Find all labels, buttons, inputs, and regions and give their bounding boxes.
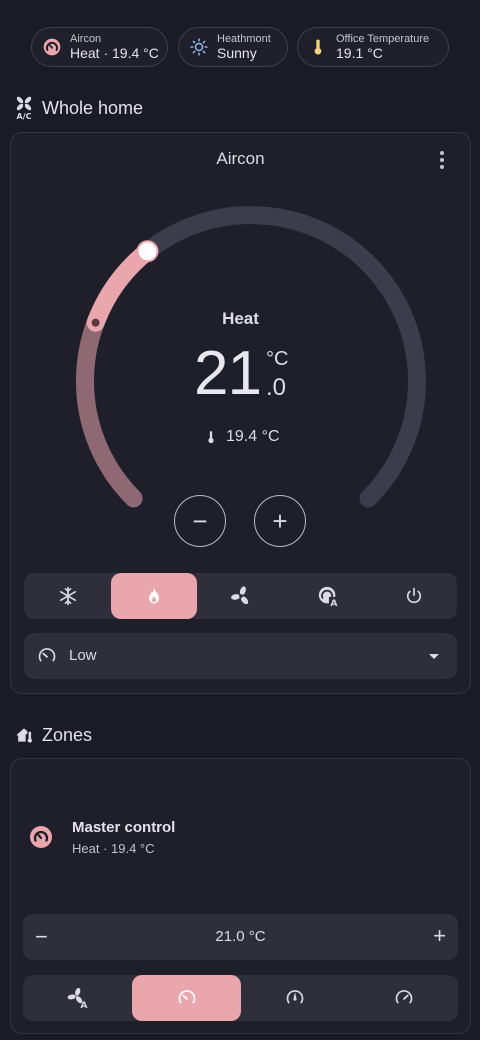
zone-mode-low-button[interactable] [132, 975, 241, 1021]
section-whole-home-label: Whole home [42, 97, 144, 118]
thermostat-auto-icon: A [318, 586, 339, 607]
speedometer-high-icon [395, 990, 412, 1004]
power-icon [406, 587, 422, 604]
aircon-card: Aircon Heat 21 °C .0 19.4 °C − + A Low [10, 132, 471, 694]
fan-mode-value: Low [69, 647, 97, 664]
chip-weather-state: Sunny [217, 45, 257, 61]
current-temperature-value: 19.4 °C [226, 428, 280, 445]
chip-office-temperature[interactable]: Office Temperature 19.1 °C [297, 27, 449, 67]
target-temperature-decimal: .0 [266, 374, 287, 401]
chip-weather-location: Heathmont [217, 33, 271, 45]
zone-master-name: Master control [72, 819, 176, 836]
zone-fan-mode-selector: A [23, 975, 458, 1021]
fan-mode-select[interactable]: Low [24, 633, 457, 679]
mode-auto-button[interactable]: A [284, 573, 371, 619]
zone-mode-medium-button[interactable] [241, 975, 349, 1021]
gauge-mid-icon [286, 990, 304, 1004]
decrease-temperature-button[interactable]: − [174, 495, 226, 547]
mode-cool-button[interactable] [24, 573, 111, 619]
plus-icon: + [272, 505, 288, 536]
zone-mode-high-button[interactable] [349, 975, 458, 1021]
mode-fan-button[interactable] [197, 573, 284, 619]
svg-text:A: A [80, 1000, 88, 1009]
sun-icon [190, 38, 208, 56]
fan-speed-icon [38, 648, 56, 662]
zone-mode-fan-auto-button[interactable]: A [23, 975, 132, 1021]
chip-weather[interactable]: Heathmont Sunny [178, 27, 288, 67]
mode-heat-button[interactable] [111, 573, 197, 619]
speedometer-low-icon [178, 990, 195, 1004]
chip-aircon[interactable]: Aircon Heat · 19.4 °C [31, 27, 168, 67]
fan-icon [230, 586, 248, 605]
hvac-mode-label: Heat [222, 309, 259, 328]
fan-auto-icon: A [67, 987, 88, 1009]
section-zones-label: Zones [42, 724, 93, 745]
increase-temperature-button[interactable]: + [254, 495, 306, 547]
zones-card: Master control Heat · 19.4 °C − 21.0 °C … [10, 758, 471, 1034]
zone-setpoint-stepper: − 21.0 °C + [23, 914, 458, 960]
fire-icon [149, 587, 159, 604]
zone-master-status: Heat · 19.4 °C [72, 841, 155, 856]
svg-text:A/C: A/C [17, 112, 32, 121]
mode-off-button[interactable] [371, 573, 457, 619]
home-thermometer-icon [16, 728, 32, 743]
chip-aircon-state: Heat · 19.4 °C [70, 45, 159, 61]
temperature-unit: °C [266, 348, 289, 370]
aircon-heat-icon [43, 38, 61, 56]
zone-setpoint-value: 21.0 °C [215, 928, 266, 945]
header-chips: Aircon Heat · 19.4 °C Heathmont Sunny Of… [0, 27, 480, 67]
section-whole-home: A/C Whole home [14, 94, 143, 122]
aircon-heat-icon [30, 826, 52, 848]
svg-text:A: A [330, 598, 338, 607]
more-options-icon[interactable] [432, 151, 452, 173]
current-temperature: 19.4 °C [204, 428, 280, 446]
target-temperature-integer: 21 [194, 339, 262, 408]
chip-office-title: Office Temperature [336, 33, 430, 45]
snowflake-icon [59, 586, 76, 606]
section-zones: Zones [14, 721, 92, 749]
chip-aircon-title: Aircon [70, 33, 102, 45]
dial-handle[interactable] [136, 240, 159, 263]
minus-icon: − [192, 505, 208, 536]
card-title: Aircon [216, 149, 265, 168]
air-conditioner-icon: A/C [17, 96, 32, 121]
chip-office-value: 19.1 °C [336, 45, 383, 61]
thermometer-icon [314, 39, 322, 55]
thermometer-icon [208, 431, 214, 444]
zone-increase-button[interactable]: + [433, 923, 446, 949]
chevron-down-icon [429, 654, 439, 659]
hvac-mode-selector: A [24, 573, 457, 619]
